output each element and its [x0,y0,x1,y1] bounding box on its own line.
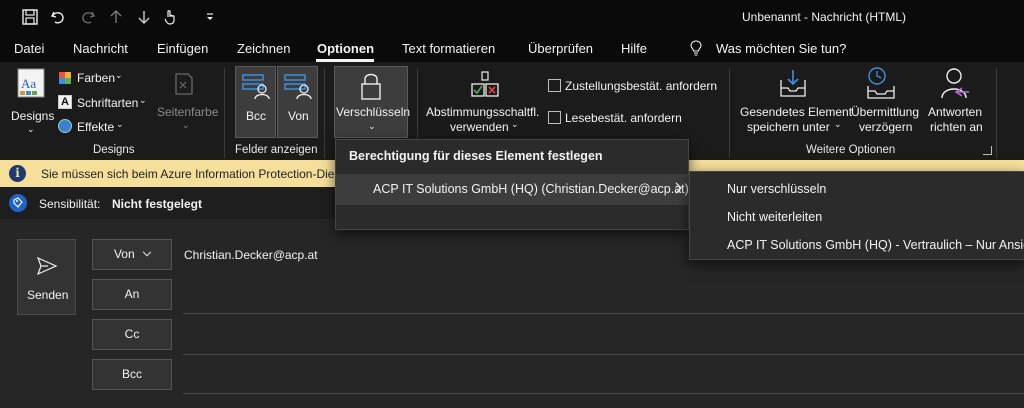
uebermittlung-line2[interactable]: verzögern [859,120,912,134]
bcc-label: Bcc [246,109,267,123]
seitenfarbe-button[interactable]: Seitenfarbe [157,105,218,119]
abstimmung-line1[interactable]: Abstimmungsschaltfl. [426,105,539,119]
von-field-icon [284,74,312,100]
submenu-item-nicht-weiterleiten[interactable]: Nicht weiterleiten [727,210,822,224]
tab-ueberpruefen[interactable]: Überprüfen [528,41,593,56]
svg-text:Aa: Aa [21,76,36,91]
abstimmung-line2[interactable]: verwenden [450,120,509,134]
save-icon[interactable] [20,7,40,27]
group-label-designs: Designs [93,144,135,156]
verschluesseln-label: Verschlüsseln [336,105,411,119]
tab-hilfe[interactable]: Hilfe [621,41,647,56]
von-chevron-icon [142,247,152,257]
ribbon-tabs: Datei Nachricht Einfügen Zeichnen Option… [0,34,1024,62]
uebermittlung-line1[interactable]: Übermittlung [851,105,919,119]
zustellung-checkbox[interactable] [548,79,561,92]
customize-qat-icon[interactable] [200,7,220,27]
bcc-field-underline [183,393,1024,394]
tab-datei[interactable]: Datei [14,41,44,56]
voting-buttons-icon [471,71,499,97]
group-separator [729,68,730,158]
an-button[interactable]: An [92,279,172,310]
von-button[interactable]: Von [92,239,172,270]
send-label: Senden [27,288,69,302]
encrypt-submenu: Nur verschlüsseln Nicht weiterleiten ACP… [689,171,1024,260]
designs-chevron-icon: ⌄ [27,124,35,134]
schriftarten-chevron-icon: ⌄ [139,95,147,105]
tab-optionen[interactable]: Optionen [317,41,374,56]
lese-checkbox[interactable] [548,111,561,124]
send-icon [36,256,58,276]
window-title: Unbenannt - Nachricht (HTML) [742,10,907,24]
up-arrow-icon[interactable] [106,7,126,27]
redo-icon[interactable] [78,7,98,27]
verschluesseln-button[interactable]: Verschlüsseln ⌄ [334,66,411,138]
bcc-field-icon [242,74,270,100]
effekte-chevron-icon: ⌄ [116,119,124,129]
encrypt-dropdown-menu: Berechtigung für dieses Element festlege… [335,139,689,230]
designs-label: Designs [11,109,55,123]
cc-button[interactable]: Cc [92,319,172,350]
von-toggle-button[interactable]: Von [277,66,318,138]
submenu-item-nur-verschluesseln[interactable]: Nur verschlüsseln [727,182,826,196]
direct-replies-icon [941,68,969,99]
gesendetes-line2[interactable]: speichern unter [747,120,830,134]
farben-icon [59,72,71,84]
chevron-right-icon [675,182,682,194]
menu-header: Berechtigung für dieses Element festlege… [349,149,603,163]
farben-chevron-icon: ⌄ [115,70,123,80]
cc-field-underline [183,354,1024,355]
lock-icon [361,73,381,100]
seitenfarbe-icon [175,73,193,95]
an-field-underline [183,313,1024,314]
zustellung-label[interactable]: Zustellungsbestät. anfordern [565,79,717,93]
undo-icon[interactable] [48,7,68,27]
gesendetes-line1[interactable]: Gesendetes Element [740,105,852,119]
schriftarten-icon: A [58,95,72,109]
weitere-optionen-launcher-icon[interactable] [983,146,992,155]
schriftarten-button[interactable]: Schriftarten [77,96,138,110]
tab-text-formatieren[interactable]: Text formatieren [402,41,495,56]
tab-nachricht[interactable]: Nachricht [73,41,128,56]
tab-zeichnen[interactable]: Zeichnen [237,41,290,56]
verschluesseln-chevron-icon: ⌄ [368,121,376,131]
designs-icon: Aa [17,68,45,98]
gesendetes-chevron-icon: ⌄ [834,119,842,129]
info-icon: i [9,165,26,182]
down-arrow-icon[interactable] [134,7,154,27]
farben-button[interactable]: Farben [77,71,115,85]
von-address: Christian.Decker@acp.at [184,248,318,262]
abstimmung-chevron-icon: ⌄ [511,119,519,129]
seitenfarbe-chevron-icon: ⌄ [182,120,190,130]
group-separator [324,68,325,158]
lese-label[interactable]: Lesebestät. anfordern [565,111,682,125]
bcc-toggle-button[interactable]: Bcc [235,66,276,138]
info-bar-text: Sie müssen sich beim Azure Information P… [41,167,337,181]
title-bar: Unbenannt - Nachricht (HTML) [0,0,1024,34]
touch-mode-icon[interactable] [160,7,180,27]
designs-button[interactable]: Aa Designs ⌄ [11,66,55,138]
effekte-button[interactable]: Effekte [77,120,114,134]
antworten-line1[interactable]: Antworten [928,105,982,119]
bcc-button[interactable]: Bcc [92,359,172,390]
send-button[interactable]: Senden [17,239,76,315]
antworten-line2[interactable]: richten an [930,120,983,134]
von-label: Von [288,109,309,123]
menu-item-acp-permission[interactable]: ACP IT Solutions GmbH (HQ) (Christian.De… [373,182,689,196]
sensitivity-label: Sensibilität: [39,197,101,211]
delay-delivery-icon [867,67,895,99]
lightbulb-icon [690,40,702,56]
sensitivity-value[interactable]: Nicht festgelegt [112,197,202,211]
tab-einfuegen[interactable]: Einfügen [157,41,208,56]
group-separator [224,68,225,158]
submenu-item-vertraulich[interactable]: ACP IT Solutions GmbH (HQ) - Vertraulich… [727,238,1024,252]
save-sent-item-icon [780,70,806,97]
von-button-label: Von [113,247,135,261]
sensitivity-tag-icon [9,194,27,212]
effekte-icon [58,119,72,133]
tell-me-search[interactable]: Was möchten Sie tun? [716,41,846,56]
group-label-weitere: Weitere Optionen [806,144,896,156]
group-label-felder: Felder anzeigen [235,144,318,156]
group-separator [996,68,997,158]
